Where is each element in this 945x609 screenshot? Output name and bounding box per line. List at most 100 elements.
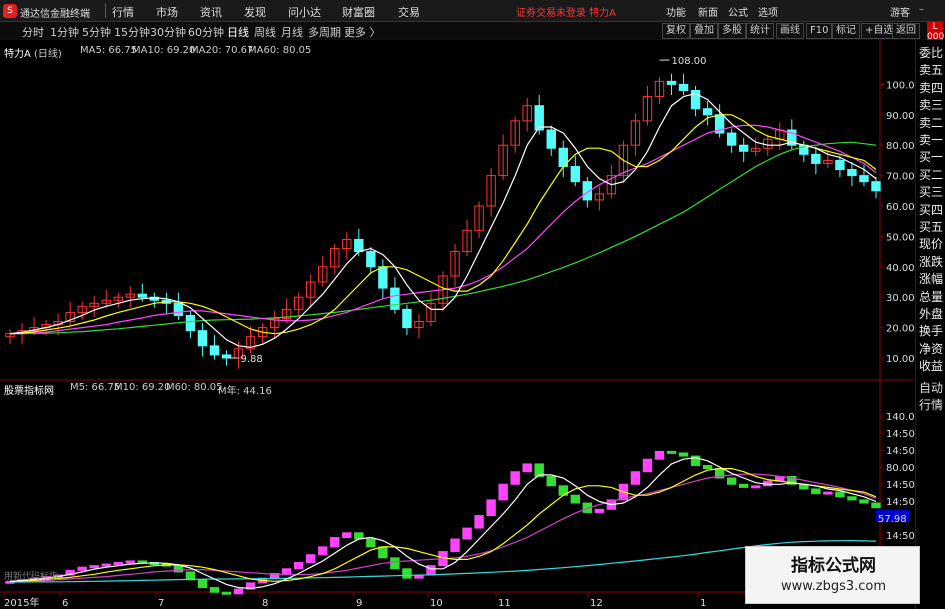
back-button[interactable]: 返回 — [892, 23, 920, 39]
menu-zixun[interactable]: 资讯 — [200, 4, 222, 20]
period-5min[interactable]: 5分钟 — [82, 24, 111, 40]
lower-candle-body — [654, 450, 665, 460]
lower-candle-body — [666, 450, 677, 454]
function-button[interactable]: 功能 — [666, 4, 686, 19]
candle-body — [702, 108, 713, 116]
x-tick-label: 8 — [262, 598, 268, 609]
f10-button[interactable]: F10 — [806, 23, 833, 39]
menu-caifuquan[interactable]: 财富圈 — [342, 4, 375, 20]
period-weekly[interactable]: 周线 — [254, 24, 276, 40]
candle-body — [546, 129, 556, 149]
quote-field-20[interactable]: 行情 — [919, 396, 945, 413]
guest-label[interactable]: 游客 — [890, 4, 910, 19]
lower-y-tick-label: 14:50 — [886, 531, 915, 542]
y-tick-label: 80.00 — [886, 141, 915, 152]
ma10-label: MA10: 69.20 — [132, 45, 196, 56]
lower-candle-body — [209, 587, 220, 593]
restore-rights-button[interactable]: 复权 — [662, 23, 690, 39]
y-tick-label: 30.00 — [886, 293, 915, 304]
candle-body — [666, 80, 677, 85]
lower-candle-body — [642, 458, 653, 473]
menu-wenxiaoda[interactable]: 问小达 — [288, 4, 321, 20]
lower-candle-body — [594, 508, 605, 513]
m60-label: M60: 80.05 — [166, 382, 223, 393]
menu-jiaoyi[interactable]: 交易 — [398, 4, 420, 20]
period-multi[interactable]: 多周期 — [308, 24, 341, 40]
y-tick-label: 100.0 — [886, 80, 915, 91]
lower-candle-body — [113, 562, 123, 566]
quote-field-11: 现价 — [919, 237, 944, 252]
lower-y-tick-label: 14:50 — [886, 497, 915, 508]
x-tick-label: 6 — [62, 598, 68, 609]
lower-candle-body — [101, 563, 111, 567]
lower-candle-body — [522, 463, 532, 473]
menu-faxian[interactable]: 发现 — [244, 4, 266, 20]
quote-field-5: 卖一 — [919, 133, 944, 147]
statistics-button[interactable]: 统计 — [746, 23, 774, 39]
candle-body — [871, 181, 881, 192]
options-button[interactable]: 选项 — [758, 4, 778, 19]
lower-candle-body — [570, 494, 581, 504]
candle-body — [859, 175, 869, 183]
new-screen-button[interactable]: 新面 — [698, 4, 718, 19]
app-window: S 通达信金融终端 行情 市场 资讯 发现 问小达 财富圈 交易 证券交易未登录… — [0, 0, 945, 609]
quote-field-4: 卖二 — [919, 115, 944, 130]
quote-side-panel: 委比 卖五 卖四 卖三 卖二 卖一 买一 买二 买三 买四 买五 现价 涨跌 涨幅 总量 外盘 换手 净资 收益 自动… — [915, 40, 945, 609]
period-more[interactable]: 更多 〉 — [344, 24, 381, 40]
lower-candle-body — [318, 546, 328, 556]
lower-candle-body — [281, 568, 292, 574]
quote-field-1: 卖五 — [919, 63, 944, 78]
lower-candle-body — [390, 557, 400, 570]
period-30min[interactable]: 30分钟 — [150, 24, 186, 40]
quote-field-0: 委比 — [919, 46, 944, 60]
period-monthly[interactable]: 月线 — [281, 24, 303, 40]
multi-stock-button[interactable]: 多股 — [718, 23, 746, 39]
ma60-label: MA60: 80.05 — [248, 45, 312, 56]
lower-candle-body — [330, 536, 340, 548]
menu-separator — [105, 3, 106, 18]
x-tick-label: 7 — [158, 598, 164, 609]
period-15min[interactable]: 15分钟 — [114, 24, 150, 40]
lower-candle-body — [293, 562, 304, 570]
draw-line-button[interactable]: 画线 — [776, 23, 804, 39]
candle-body — [209, 345, 220, 356]
indicator-name-label: 股票指标网 — [4, 386, 54, 397]
lower-candle-body — [630, 471, 641, 485]
period-60min[interactable]: 60分钟 — [188, 24, 224, 40]
period-fenshi[interactable]: 分时 — [22, 24, 44, 40]
candle-body — [811, 153, 821, 164]
period-daily[interactable]: 日线 — [227, 24, 249, 40]
quote-field-10: 买五 — [919, 220, 944, 234]
candle-body — [835, 159, 845, 171]
formula-button[interactable]: 公式 — [728, 4, 748, 19]
menu-hangqing[interactable]: 行情 — [112, 4, 134, 20]
overlay-button[interactable]: 叠加 — [690, 23, 718, 39]
lower-candle-body — [859, 499, 869, 504]
x-tick-label: 11 — [498, 598, 511, 609]
quote-field-17: 净资 — [919, 341, 944, 356]
lower-candle-body — [221, 591, 232, 595]
candle-body — [738, 144, 749, 152]
ma5-line — [9, 92, 877, 349]
lower-candle-body — [738, 483, 749, 488]
lower-y-tick-label: 14:50 — [886, 480, 915, 491]
mark-button[interactable]: 标记 — [832, 23, 860, 39]
window-minimize-icon[interactable]: – — [919, 4, 924, 15]
period-toolbar: 分时 1分钟 5分钟 15分钟 30分钟 60分钟 日线 周线 月线 多周期 更… — [0, 22, 945, 42]
quote-field-19[interactable]: 自动 — [919, 379, 945, 396]
high-price-label: 108.00 — [671, 56, 706, 67]
menu-shichang[interactable]: 市场 — [156, 4, 178, 20]
y-tick-label: 10.00 — [886, 354, 915, 365]
period-1min[interactable]: 1分钟 — [50, 24, 79, 40]
m5-label: M5: 66.75 — [70, 382, 121, 393]
ma5-label: MA5: 66.75 — [80, 45, 138, 56]
x-tick-label: 9 — [356, 598, 362, 609]
y-tick-label: 90.00 — [886, 111, 915, 122]
lower-candle-body — [402, 568, 412, 579]
market-flag-badge: L 000 — [927, 22, 945, 42]
lower-candle-body — [185, 571, 196, 581]
quote-field-18: 收益 — [919, 359, 944, 374]
kline-chart[interactable]: 100.0 90.00 80.00 70.00 60.00 50.00 40.00 30.00… — [0, 40, 915, 609]
lower-y-tick-label: 80.00 — [886, 463, 915, 474]
lower-candle-body — [751, 485, 761, 489]
